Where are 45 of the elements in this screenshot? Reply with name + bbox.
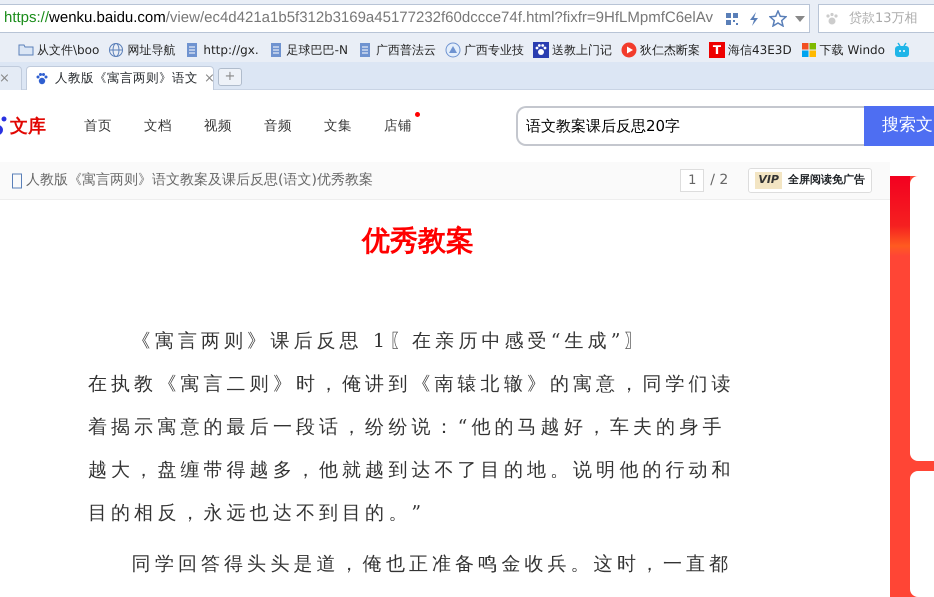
nav-link[interactable]: 文集	[324, 116, 352, 136]
nav-link[interactable]: 首页	[84, 116, 112, 136]
tv-icon[interactable]	[894, 42, 910, 58]
search-button[interactable]: 搜索文	[864, 106, 934, 146]
paw-icon	[35, 72, 49, 86]
vip-button[interactable]: VIP 全屏阅读免广告	[748, 168, 872, 193]
cloud-icon	[444, 42, 461, 58]
paragraph: 《寓言两则》课后反思 1〖在亲历中感受“生成”〗	[130, 329, 649, 354]
bookmark-item[interactable]: 网址导航	[108, 40, 176, 58]
star-icon[interactable]	[769, 10, 787, 27]
document-icon	[12, 172, 22, 188]
bookmark-item[interactable]: 下载 Windo	[800, 40, 886, 58]
nav-link[interactable]: 音频	[264, 116, 292, 136]
bookmark-item[interactable]: 足球巴巴-N	[268, 40, 348, 58]
search-field[interactable]: 语文教案课后反思20字	[516, 106, 864, 146]
globe-icon	[108, 42, 124, 58]
bookmark-item[interactable]: 广西专业技	[444, 40, 524, 58]
document-heading: 优秀教案	[360, 223, 475, 259]
play-icon	[620, 42, 637, 58]
dropdown-caret-icon[interactable]	[795, 16, 805, 22]
page-count: / 2	[710, 171, 728, 190]
folder-icon	[18, 42, 34, 58]
bookmark-item[interactable]: 狄仁杰断案	[620, 40, 700, 58]
bookmark-item[interactable]: 从文件\boo	[18, 40, 100, 58]
nav-link[interactable]: 店铺	[384, 116, 412, 136]
close-tab-button[interactable]: ×	[204, 68, 215, 88]
paragraph: 同学回答得头头是道，俺也正准备鸣金收兵。这时，一直都	[130, 552, 734, 577]
nav-link[interactable]: 视频	[204, 116, 232, 136]
nav-link[interactable]: 文档	[144, 116, 172, 136]
paragraph: 在执教《寓言二则》时，俺讲到《南辕北辙》的寓意，同学们读着揭示寓意的最后一段话，纷纷说：“他的马越好，车夫的身手越大，盘缠带得越多，他就越到达不了目的地。说明他的行动和目的相反，永远也达不到目的。”	[88, 372, 736, 526]
browser-tab[interactable]: 人教版《寓言两则》语文 ×	[26, 66, 214, 90]
bookmark-item[interactable]: 广西普法云	[356, 40, 436, 58]
page-number-field[interactable]: 1	[680, 169, 704, 192]
document-title: 人教版《寓言两则》语文教案及课后反思(语文)优秀教案	[26, 171, 374, 190]
bookmark-logo-icon: T	[708, 42, 725, 58]
bookmark-item[interactable]: http://gx.	[184, 40, 259, 58]
site-logo[interactable]: 文库	[10, 112, 46, 140]
bookmark-item[interactable]: T 海信43E3D	[708, 40, 792, 58]
address-field[interactable]: https://wenku.baidu.com/view/ec4d421a1b5f312b3169a45177232f60dccce74f.html?fixfr=9HfLMpmfC6elAv	[0, 4, 810, 33]
paw-icon	[825, 12, 839, 26]
windows-logo-icon	[800, 42, 817, 58]
qr-code-icon[interactable]	[725, 12, 739, 26]
lightning-icon[interactable]	[747, 10, 761, 26]
paw-icon	[532, 42, 549, 58]
bookmark-item[interactable]: 送教上门记	[532, 40, 612, 58]
